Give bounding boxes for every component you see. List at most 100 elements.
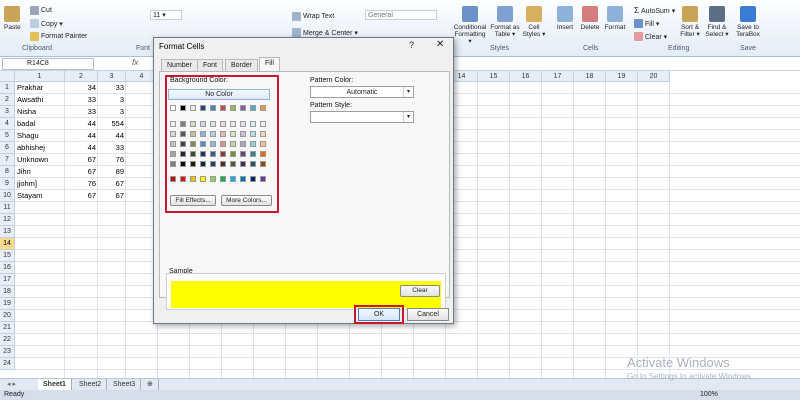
color-swatch[interactable] — [230, 141, 236, 147]
color-swatch[interactable] — [240, 151, 246, 157]
color-swatch[interactable] — [200, 121, 206, 127]
row-header[interactable]: 19 — [0, 298, 15, 310]
tab-nav-arrows-icon[interactable]: ◂ ▸ — [2, 379, 21, 390]
table-cell[interactable]: abhishej — [15, 142, 65, 154]
row-header[interactable]: 22 — [0, 334, 15, 346]
table-cell[interactable]: 33 — [65, 94, 98, 106]
column-header[interactable]: 20 — [638, 71, 670, 82]
table-cell[interactable]: 76 — [65, 178, 98, 190]
color-swatch[interactable] — [220, 105, 226, 111]
color-swatch[interactable] — [220, 161, 226, 167]
table-cell[interactable]: 44 — [65, 130, 98, 142]
color-swatch[interactable] — [260, 121, 266, 127]
color-swatch[interactable] — [260, 151, 266, 157]
color-swatch[interactable] — [180, 105, 186, 111]
row-header[interactable]: 1 — [0, 82, 15, 94]
column-header[interactable]: 3 — [98, 71, 126, 82]
conditional-formatting-button[interactable]: Conditional Formatting ▾ — [452, 6, 488, 45]
row-header[interactable]: 21 — [0, 322, 15, 334]
row-header[interactable]: 14 — [0, 238, 15, 250]
color-swatch[interactable] — [170, 131, 176, 137]
color-swatch[interactable] — [250, 161, 256, 167]
help-icon[interactable]: ? — [409, 40, 414, 50]
color-swatch[interactable] — [230, 161, 236, 167]
row-header[interactable]: 5 — [0, 130, 15, 142]
table-cell[interactable]: Nisha — [15, 106, 65, 118]
table-cell[interactable]: Prakhar — [15, 82, 65, 94]
color-swatch[interactable] — [250, 121, 256, 127]
name-box[interactable]: R14C8 — [2, 58, 94, 70]
color-swatch[interactable] — [200, 176, 206, 182]
cancel-button[interactable]: Cancel — [407, 308, 449, 321]
table-cell[interactable]: Stayam — [15, 190, 65, 202]
color-swatch[interactable] — [170, 121, 176, 127]
table-cell[interactable]: 33 — [65, 106, 98, 118]
column-header[interactable]: 1 — [15, 71, 65, 82]
table-cell[interactable]: Awsathi — [15, 94, 65, 106]
clear-button[interactable]: Clear ▾ — [634, 32, 667, 41]
row-header[interactable]: 6 — [0, 142, 15, 154]
row-header[interactable]: 23 — [0, 346, 15, 358]
tab-number[interactable]: Number — [161, 59, 198, 71]
column-header[interactable]: 16 — [510, 71, 542, 82]
table-cell[interactable]: 44 — [98, 130, 126, 142]
new-sheet-icon[interactable]: ⊕ — [142, 379, 159, 390]
row-header[interactable]: 11 — [0, 202, 15, 214]
table-cell[interactable]: 89 — [98, 166, 126, 178]
color-swatch[interactable] — [220, 141, 226, 147]
table-cell[interactable]: 67 — [98, 178, 126, 190]
color-swatch[interactable] — [220, 121, 226, 127]
merge-center-button[interactable]: Merge & Center ▾ — [292, 28, 358, 37]
pattern-color-select[interactable]: Automatic ▾ — [310, 86, 414, 98]
color-swatch[interactable] — [170, 105, 176, 111]
row-header[interactable]: 9 — [0, 178, 15, 190]
row-header[interactable]: 7 — [0, 154, 15, 166]
color-swatch[interactable] — [230, 131, 236, 137]
tab-sheet3[interactable]: Sheet3 — [108, 379, 142, 390]
row-header[interactable]: 3 — [0, 106, 15, 118]
font-size-select[interactable]: 11 ▾ — [150, 10, 182, 20]
row-header[interactable]: 15 — [0, 250, 15, 262]
tab-sheet1[interactable]: Sheet1 — [38, 379, 72, 390]
color-swatch[interactable] — [230, 105, 236, 111]
fill-button[interactable]: Fill ▾ — [634, 19, 659, 28]
color-swatch[interactable] — [170, 176, 176, 182]
color-swatch[interactable] — [240, 176, 246, 182]
save-to-terabox-button[interactable]: Save to TeraBox — [734, 6, 762, 38]
color-swatch[interactable] — [200, 151, 206, 157]
number-format-select[interactable]: General — [365, 10, 437, 20]
row-header[interactable]: 17 — [0, 274, 15, 286]
table-cell[interactable]: 34 — [65, 82, 98, 94]
color-swatch[interactable] — [180, 151, 186, 157]
column-header[interactable]: 15 — [478, 71, 510, 82]
color-swatch[interactable] — [260, 161, 266, 167]
row-header[interactable]: 12 — [0, 214, 15, 226]
autosum-button[interactable]: Σ AutoSum ▾ — [634, 6, 675, 15]
table-cell[interactable]: Unknown — [15, 154, 65, 166]
color-swatch[interactable] — [230, 176, 236, 182]
row-header[interactable]: 8 — [0, 166, 15, 178]
color-swatch[interactable] — [190, 121, 196, 127]
tab-fill[interactable]: Fill — [259, 57, 280, 71]
table-cell[interactable]: jjohm] — [15, 178, 65, 190]
color-swatch[interactable] — [210, 176, 216, 182]
delete-button[interactable]: Delete — [578, 6, 602, 31]
row-header[interactable]: 16 — [0, 262, 15, 274]
color-swatch[interactable] — [230, 121, 236, 127]
color-swatch[interactable] — [200, 161, 206, 167]
sort-filter-button[interactable]: Sort & Filter ▾ — [678, 6, 702, 38]
color-swatch[interactable] — [200, 141, 206, 147]
no-color-button[interactable]: No Color — [168, 89, 270, 100]
row-header[interactable]: 10 — [0, 190, 15, 202]
table-cell[interactable]: 67 — [65, 190, 98, 202]
color-swatch[interactable] — [190, 131, 196, 137]
table-cell[interactable]: 76 — [98, 154, 126, 166]
color-swatch[interactable] — [170, 141, 176, 147]
select-all-corner[interactable] — [0, 71, 15, 82]
color-swatch[interactable] — [230, 151, 236, 157]
color-swatch[interactable] — [260, 141, 266, 147]
paste-button[interactable]: Paste — [4, 6, 21, 31]
tab-border[interactable]: Border — [225, 59, 259, 71]
row-header[interactable]: 18 — [0, 286, 15, 298]
color-swatch[interactable] — [190, 176, 196, 182]
